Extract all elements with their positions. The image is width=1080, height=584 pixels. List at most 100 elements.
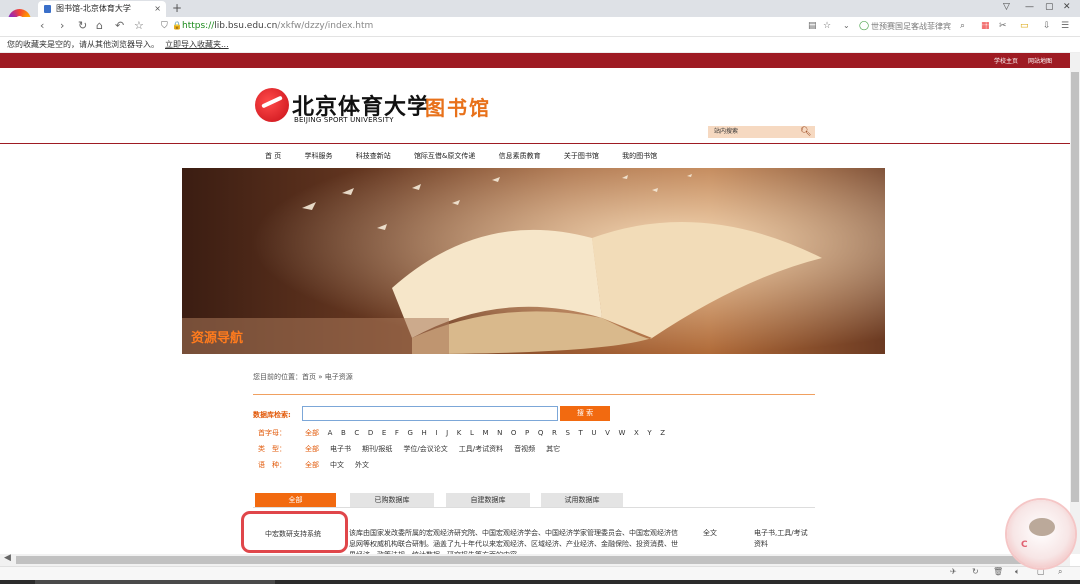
menu-item-interlibrary-loan[interactable]: 馆际互借&原文传递 <box>414 152 475 160</box>
menu-item-my-library[interactable]: 我的图书馆 <box>622 152 657 160</box>
letter-filter-h[interactable]: H <box>422 429 427 437</box>
letter-filter-r[interactable]: R <box>552 429 557 437</box>
letter-filter-f[interactable]: F <box>395 429 399 437</box>
download-icon[interactable]: ⇩ <box>1043 19 1051 33</box>
tab-self-built[interactable]: 自建数据库 <box>446 493 530 507</box>
letter-filter-e[interactable]: E <box>382 429 386 437</box>
letter-filter-k[interactable]: K <box>457 429 462 437</box>
lang-foreign[interactable]: 外文 <box>355 461 369 469</box>
horizontal-scroll-thumb[interactable] <box>16 556 1026 564</box>
apps-icon[interactable]: ▦ <box>981 19 990 33</box>
menu-item-subject-service[interactable]: 学科服务 <box>304 152 332 160</box>
db-search-input[interactable] <box>302 406 558 421</box>
letter-filter-m[interactable]: M <box>482 429 488 437</box>
star-icon[interactable]: ☆ <box>134 19 144 33</box>
reload-icon[interactable]: ↻ <box>78 19 87 33</box>
battery-icon[interactable]: ▭ <box>1020 19 1029 33</box>
menu-item-novelty-search[interactable]: 科技查新站 <box>356 152 391 160</box>
letter-filter-s[interactable]: S <box>565 429 569 437</box>
letter-filter-t[interactable]: T <box>578 429 582 437</box>
mascot-avatar-icon[interactable]: C <box>1007 500 1075 568</box>
type-other[interactable]: 其它 <box>546 445 560 453</box>
security-shield-icon[interactable]: ⛉ <box>161 19 168 33</box>
lang-all[interactable]: 全部 <box>305 461 319 469</box>
status-bar <box>0 566 1080 580</box>
refresh-status-icon[interactable]: ↻ <box>972 567 979 576</box>
taskbar-active-item[interactable] <box>35 580 275 584</box>
logo-en-text: BEIJING SPORT UNIVERSITY <box>294 116 394 124</box>
hot-search-text[interactable]: 世预赛国足客战菲律宾 <box>871 21 957 32</box>
address-bar[interactable]: https://lib.bsu.edu.cn/xkfw/dzzy/index.h… <box>182 21 373 31</box>
undo-icon[interactable]: ↶ <box>115 19 124 33</box>
university-emblem-icon[interactable] <box>255 88 289 122</box>
db-search-label: 数据库检索: <box>253 411 291 419</box>
letter-filter-i[interactable]: I <box>435 429 437 437</box>
minimize-icon[interactable]: — <box>1025 2 1034 12</box>
volume-icon[interactable]: 🔈︎ <box>1015 567 1020 577</box>
close-window-icon[interactable]: ✕ <box>1063 2 1071 12</box>
menu-item-info-literacy[interactable]: 信息素质教育 <box>499 152 541 160</box>
letter-filter-o[interactable]: O <box>511 429 517 437</box>
favorite-icon[interactable]: ☆ <box>823 19 831 33</box>
letter-filter-x[interactable]: X <box>634 429 639 437</box>
top-links: 学校主页 网站地图 <box>986 56 1052 65</box>
letter-filter-b[interactable]: B <box>341 429 346 437</box>
type-ebook[interactable]: 电子书 <box>330 445 351 453</box>
tab-all[interactable]: 全部 <box>255 493 336 507</box>
letter-filter-y[interactable]: Y <box>647 429 651 437</box>
vertical-scroll-thumb[interactable] <box>1071 72 1079 502</box>
browser-tab[interactable]: 图书馆-北京体育大学 × <box>38 1 166 17</box>
search-icon[interactable]: ⌕ <box>960 19 965 33</box>
letter-filter-a[interactable]: A <box>328 429 333 437</box>
maximize-icon[interactable]: ▢ <box>1045 2 1054 12</box>
letter-filter-p[interactable]: P <box>525 429 529 437</box>
type-all[interactable]: 全部 <box>305 445 319 453</box>
letter-filter-n[interactable]: N <box>497 429 502 437</box>
type-thesis[interactable]: 学位/会议论文 <box>403 445 447 453</box>
top-link-homepage[interactable]: 学校主页 <box>994 58 1018 65</box>
home-icon[interactable]: ⌂ <box>96 19 103 33</box>
type-video[interactable]: 音视频 <box>514 445 535 453</box>
menu-icon[interactable]: ☰ <box>1061 19 1069 33</box>
zoom-icon[interactable]: ⌕ <box>1058 567 1062 577</box>
letter-list: ABC D E F G HI J KLM N OP QRS T U VW XY Z <box>328 429 674 437</box>
window-icon[interactable]: ▢ <box>1037 567 1045 576</box>
letter-filter-d[interactable]: D <box>368 429 373 437</box>
letter-filter-q[interactable]: Q <box>538 429 544 437</box>
top-link-sitemap[interactable]: 网站地图 <box>1028 58 1052 65</box>
lang-chinese[interactable]: 中文 <box>330 461 344 469</box>
reader-icon[interactable]: ▤ <box>808 19 817 33</box>
menu-item-home[interactable]: 首 页 <box>265 152 281 160</box>
letter-filter-u[interactable]: U <box>591 429 596 437</box>
type-tools[interactable]: 工具/考试资料 <box>459 445 503 453</box>
import-bookmarks-link[interactable]: 立即导入收藏夹... <box>165 40 229 49</box>
letter-filter-z[interactable]: Z <box>660 429 665 437</box>
type-journal[interactable]: 期刊/报纸 <box>362 445 392 453</box>
forward-icon[interactable]: › <box>60 19 64 33</box>
scroll-left-icon[interactable]: ◀ <box>4 553 11 563</box>
letter-filter-c[interactable]: C <box>354 429 359 437</box>
new-tab-button[interactable]: + <box>172 0 182 17</box>
letter-filter-v[interactable]: V <box>605 429 610 437</box>
content-divider <box>253 394 815 395</box>
menu-item-about[interactable]: 关于图书馆 <box>564 152 599 160</box>
initial-all[interactable]: 全部 <box>305 429 319 437</box>
rocket-icon[interactable]: ✈ <box>950 567 957 576</box>
site-search-input[interactable]: 站内搜索 <box>708 126 815 138</box>
site-search-icon[interactable]: 🔍︎ <box>800 127 811 137</box>
tab-purchased[interactable]: 已购数据库 <box>350 493 434 507</box>
tab-trial[interactable]: 试用数据库 <box>541 493 623 507</box>
tab-close-icon[interactable]: × <box>154 1 161 17</box>
skin-icon[interactable]: ▽ <box>1003 2 1010 12</box>
letter-filter-j[interactable]: J <box>446 429 448 437</box>
letter-filter-w[interactable]: W <box>618 429 625 437</box>
scissors-icon[interactable]: ✂ <box>999 19 1007 33</box>
url-scheme: https:// <box>182 21 215 31</box>
db-search-button[interactable]: 搜 索 <box>560 406 610 421</box>
letter-filter-g[interactable]: G <box>408 429 413 437</box>
highlight-box <box>241 511 348 553</box>
trash-icon[interactable]: 🗑︎ <box>993 567 1003 576</box>
letter-filter-l[interactable]: L <box>470 429 474 437</box>
dropdown-icon[interactable]: ⌄ <box>843 19 850 33</box>
back-icon[interactable]: ‹ <box>40 19 44 33</box>
